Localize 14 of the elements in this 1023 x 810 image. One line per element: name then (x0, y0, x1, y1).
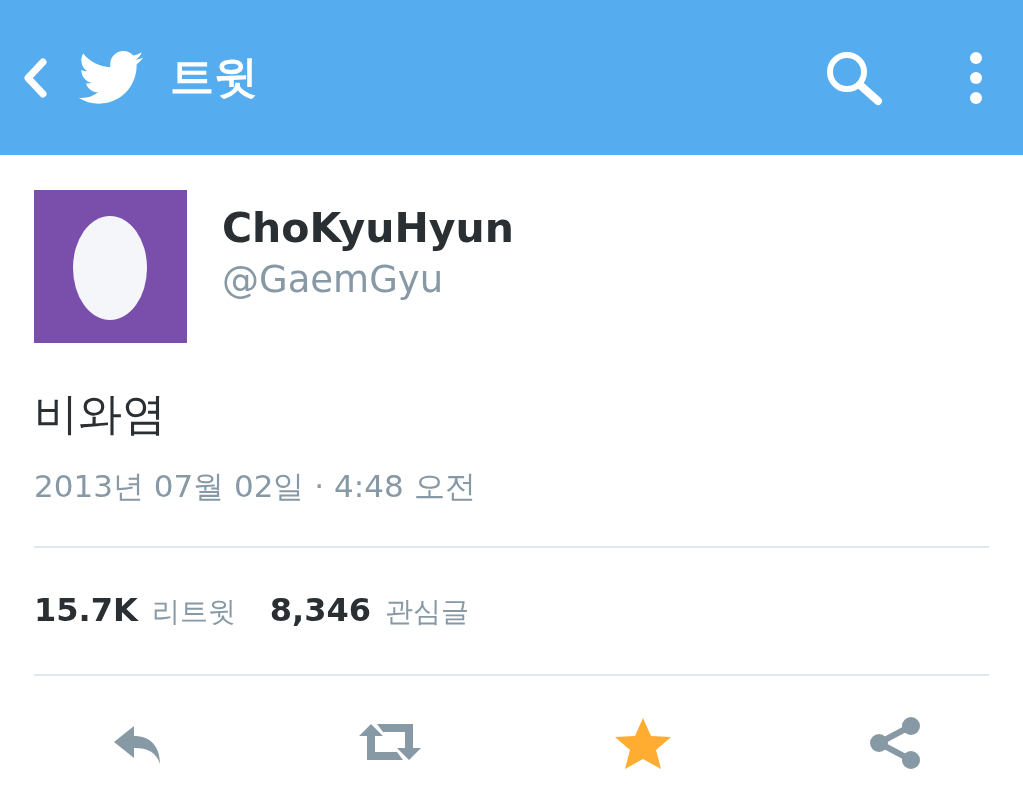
screen-title: 트윗 (170, 50, 258, 104)
user-name[interactable]: ChoKyuHyun (222, 204, 514, 252)
stat-label: 관심글 (384, 594, 469, 630)
avatar-icon[interactable] (34, 190, 187, 343)
user-handle: @GaemGyu (222, 258, 445, 301)
bird-logo-icon (78, 50, 144, 105)
tweet-timestamp: 2013년 07월 02일 · 4:48 오전 (34, 467, 477, 506)
tweet-text: 비와염 (34, 387, 167, 441)
search-icon[interactable] (825, 49, 883, 106)
stat-label: 리트윗 (151, 594, 236, 630)
stat-count: 8,346 (269, 591, 371, 629)
stat-count: 15.7K (34, 591, 138, 629)
more-menu-icon[interactable] (969, 50, 983, 105)
back-icon[interactable] (22, 57, 48, 98)
